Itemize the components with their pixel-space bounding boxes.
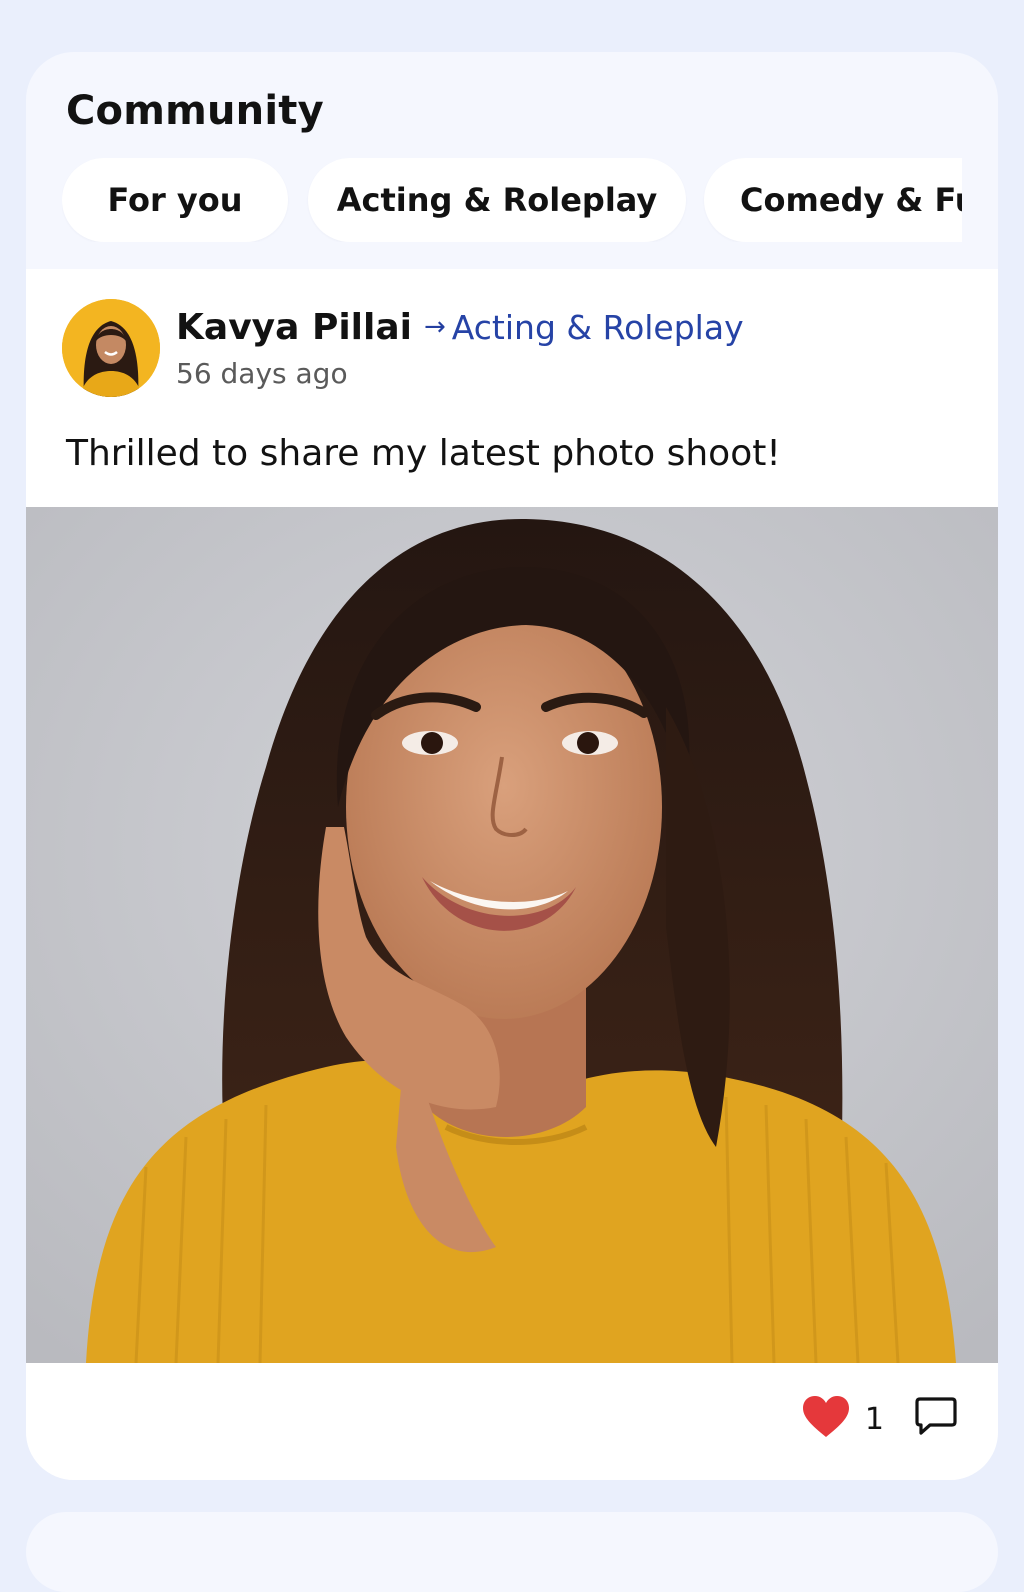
arrow-right-icon: → (424, 312, 446, 342)
post-text: Thrilled to share my latest photo shoot! (66, 433, 781, 474)
heart-icon (801, 1395, 851, 1443)
avatar[interactable] (62, 299, 160, 397)
community-link[interactable]: Acting & Roleplay (452, 308, 744, 347)
post-photo[interactable] (26, 507, 998, 1363)
community-card: Community For you Acting & Roleplay Come… (26, 52, 998, 1480)
speech-bubble-icon (914, 1396, 958, 1442)
like-count: 1 (864, 1401, 884, 1437)
tab-comedy-fun[interactable]: Comedy & Fu (704, 158, 962, 242)
page-title: Community (66, 88, 324, 134)
community-header: Community For you Acting & Roleplay Come… (26, 52, 998, 269)
comment-button[interactable] (914, 1396, 958, 1442)
tab-for-you[interactable]: For you (62, 158, 288, 242)
category-tabs[interactable]: For you Acting & Roleplay Comedy & Fu (62, 158, 962, 242)
post-card: Kavya Pillai → Acting & Roleplay 56 days… (26, 269, 998, 1480)
author-name[interactable]: Kavya Pillai (176, 307, 412, 348)
author-row: Kavya Pillai → Acting & Roleplay (176, 303, 744, 351)
next-post-card (26, 1512, 998, 1592)
post-actions: 1 (801, 1394, 958, 1444)
like-button[interactable]: 1 (801, 1395, 914, 1443)
post-timestamp: 56 days ago (176, 357, 348, 390)
tab-acting-roleplay[interactable]: Acting & Roleplay (308, 158, 686, 242)
